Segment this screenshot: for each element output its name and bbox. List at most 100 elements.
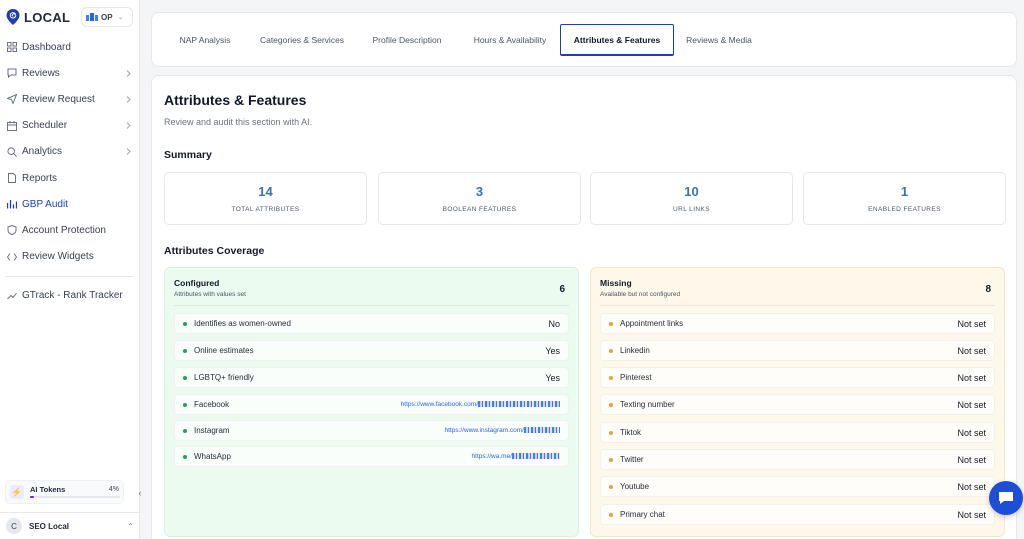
missing-subtitle: Available but not configured: [600, 291, 681, 298]
status-dot: [183, 402, 187, 407]
ai-tokens-percent: 4%: [108, 485, 119, 493]
tab-categories-services[interactable]: Categories & Services: [253, 24, 351, 56]
tab-profile-description[interactable]: Profile Description: [364, 24, 450, 56]
attribute-name: Texting number: [620, 400, 675, 409]
sidebar-item-gbp-audit[interactable]: GBP Audit: [0, 191, 139, 217]
missing-title: Missing: [600, 278, 632, 288]
attribute-name: Twitter: [620, 455, 644, 464]
status-dot: [183, 321, 187, 326]
chat-icon: [7, 68, 17, 79]
document-icon: [8, 173, 16, 184]
whatsapp-link[interactable]: https://wa.me/: [472, 453, 560, 460]
sidebar-item-label: Dashboard: [22, 41, 71, 53]
stat-value: 10: [684, 184, 699, 199]
grid-icon: [7, 42, 17, 53]
chat-bubble-icon: [999, 492, 1013, 504]
trend-icon: [7, 292, 17, 300]
missing-header: Missing Available but not configured 8: [600, 278, 995, 306]
sidebar-item-reports[interactable]: Reports: [0, 165, 139, 191]
live-chat-button[interactable]: [989, 481, 1023, 515]
status-dot: [609, 430, 613, 435]
chevron-down-icon: ⌄: [117, 14, 124, 21]
stat-label: ENABLED FEATURES: [868, 206, 941, 213]
missing-row: Twitter Not set: [600, 449, 995, 470]
attribute-value: Yes: [545, 345, 560, 356]
stat-total-attributes: 14 TOTAL ATTRIBUTES: [164, 172, 367, 225]
status-dot: [609, 375, 613, 380]
attribute-value: Not set: [957, 481, 986, 492]
sidebar: LOCAL OP ⌄ Dashboard Reviews Review Requ…: [0, 0, 142, 539]
attribute-value: Not set: [957, 318, 986, 329]
attribute-name: Pinterest: [620, 373, 652, 382]
configured-subtitle: Attributes with values set: [174, 291, 246, 298]
calendar-icon: [7, 120, 17, 131]
workspace-select[interactable]: OP ⌄: [81, 7, 133, 27]
stat-value: 1: [900, 184, 909, 199]
missing-row: Youtube Not set: [600, 476, 995, 497]
sidebar-item-review-widgets[interactable]: Review Widgets: [0, 244, 139, 270]
user-menu[interactable]: C SEO Local ⌃: [0, 512, 140, 539]
configured-row: WhatsApp https://wa.me/: [174, 446, 569, 467]
status-dot: [609, 512, 613, 517]
ai-tokens-label: AI Tokens: [30, 484, 66, 494]
ai-tokens-widget: ⚡ AI Tokens 4%: [5, 480, 124, 504]
missing-row: Appointment links Not set: [600, 313, 995, 334]
chevron-right-icon: [126, 69, 131, 77]
sidebar-item-reviews[interactable]: Reviews: [0, 60, 139, 86]
brand-name: LOCAL: [24, 9, 71, 25]
sidebar-item-label: Analytics: [22, 146, 63, 158]
workspace-icon: [86, 13, 98, 21]
missing-row: Primary chat Not set: [600, 504, 995, 525]
missing-row: Tiktok Not set: [600, 422, 995, 443]
configured-row: LGBTQ+ friendly Yes: [174, 367, 569, 388]
attribute-name: LGBTQ+ friendly: [194, 373, 254, 382]
send-icon: [7, 94, 17, 105]
missing-row: Pinterest Not set: [600, 367, 995, 388]
instagram-link[interactable]: https://www.instagram.com/: [445, 427, 560, 434]
sidebar-item-label: Reviews: [22, 67, 60, 79]
configured-row: Instagram https://www.instagram.com/: [174, 420, 569, 441]
tab-reviews-media[interactable]: Reviews & Media: [680, 24, 758, 56]
configured-row: Identifies as women-owned No: [174, 313, 569, 334]
attribute-name: Primary chat: [620, 510, 665, 519]
attribute-name: Identifies as women-owned: [194, 319, 291, 328]
stat-url-links: 10 URL LINKS: [590, 172, 793, 225]
sidebar-item-gtrack[interactable]: GTrack - Rank Tracker: [0, 283, 139, 309]
sidebar-item-label: Scheduler: [22, 120, 68, 132]
configured-panel: Configured Attributes with values set 6 …: [164, 267, 579, 537]
attribute-value: Not set: [957, 345, 986, 356]
status-dot: [183, 428, 187, 433]
status-dot: [609, 484, 613, 489]
tab-nap-analysis[interactable]: NAP Analysis: [169, 24, 241, 56]
lightning-icon: ⚡: [10, 485, 24, 499]
logo-pin-icon: [6, 9, 20, 25]
coverage-heading: Attributes Coverage: [164, 245, 265, 257]
workspace-label: OP: [101, 12, 113, 22]
tab-hours-availability[interactable]: Hours & Availability: [465, 24, 555, 56]
avatar: C: [6, 518, 22, 534]
attribute-value: Not set: [957, 509, 986, 520]
redacted-text: [478, 401, 560, 408]
sidebar-item-account-protection[interactable]: Account Protection: [0, 217, 139, 243]
configured-row: Facebook https://www.facebook.com/: [174, 394, 569, 415]
attribute-value: Not set: [957, 454, 986, 465]
status-dot: [609, 321, 613, 326]
sidebar-item-scheduler[interactable]: Scheduler: [0, 113, 139, 139]
collapse-sidebar-icon[interactable]: ‹: [134, 487, 146, 499]
sidebar-item-label: Reports: [22, 172, 58, 184]
facebook-link[interactable]: https://www.facebook.com/: [401, 401, 560, 408]
stat-value: 3: [475, 184, 484, 199]
tab-attributes-features[interactable]: Attributes & Features: [560, 24, 674, 56]
chevron-up-icon: ⌃: [127, 521, 134, 531]
attribute-name: Tiktok: [620, 428, 642, 437]
ai-tokens-progress: [30, 496, 120, 498]
attribute-name: Instagram: [194, 426, 230, 435]
attribute-name: Online estimates: [194, 346, 254, 355]
sidebar-item-dashboard[interactable]: Dashboard: [0, 34, 139, 60]
chevron-right-icon: [126, 96, 131, 103]
sidebar-item-review-request[interactable]: Review Request: [0, 86, 139, 112]
sidebar-item-label: Review Request: [22, 93, 95, 105]
configured-row: Online estimates Yes: [174, 340, 569, 361]
sidebar-item-analytics[interactable]: Analytics: [0, 139, 139, 165]
link-text: https://www.facebook.com/: [400, 401, 478, 408]
